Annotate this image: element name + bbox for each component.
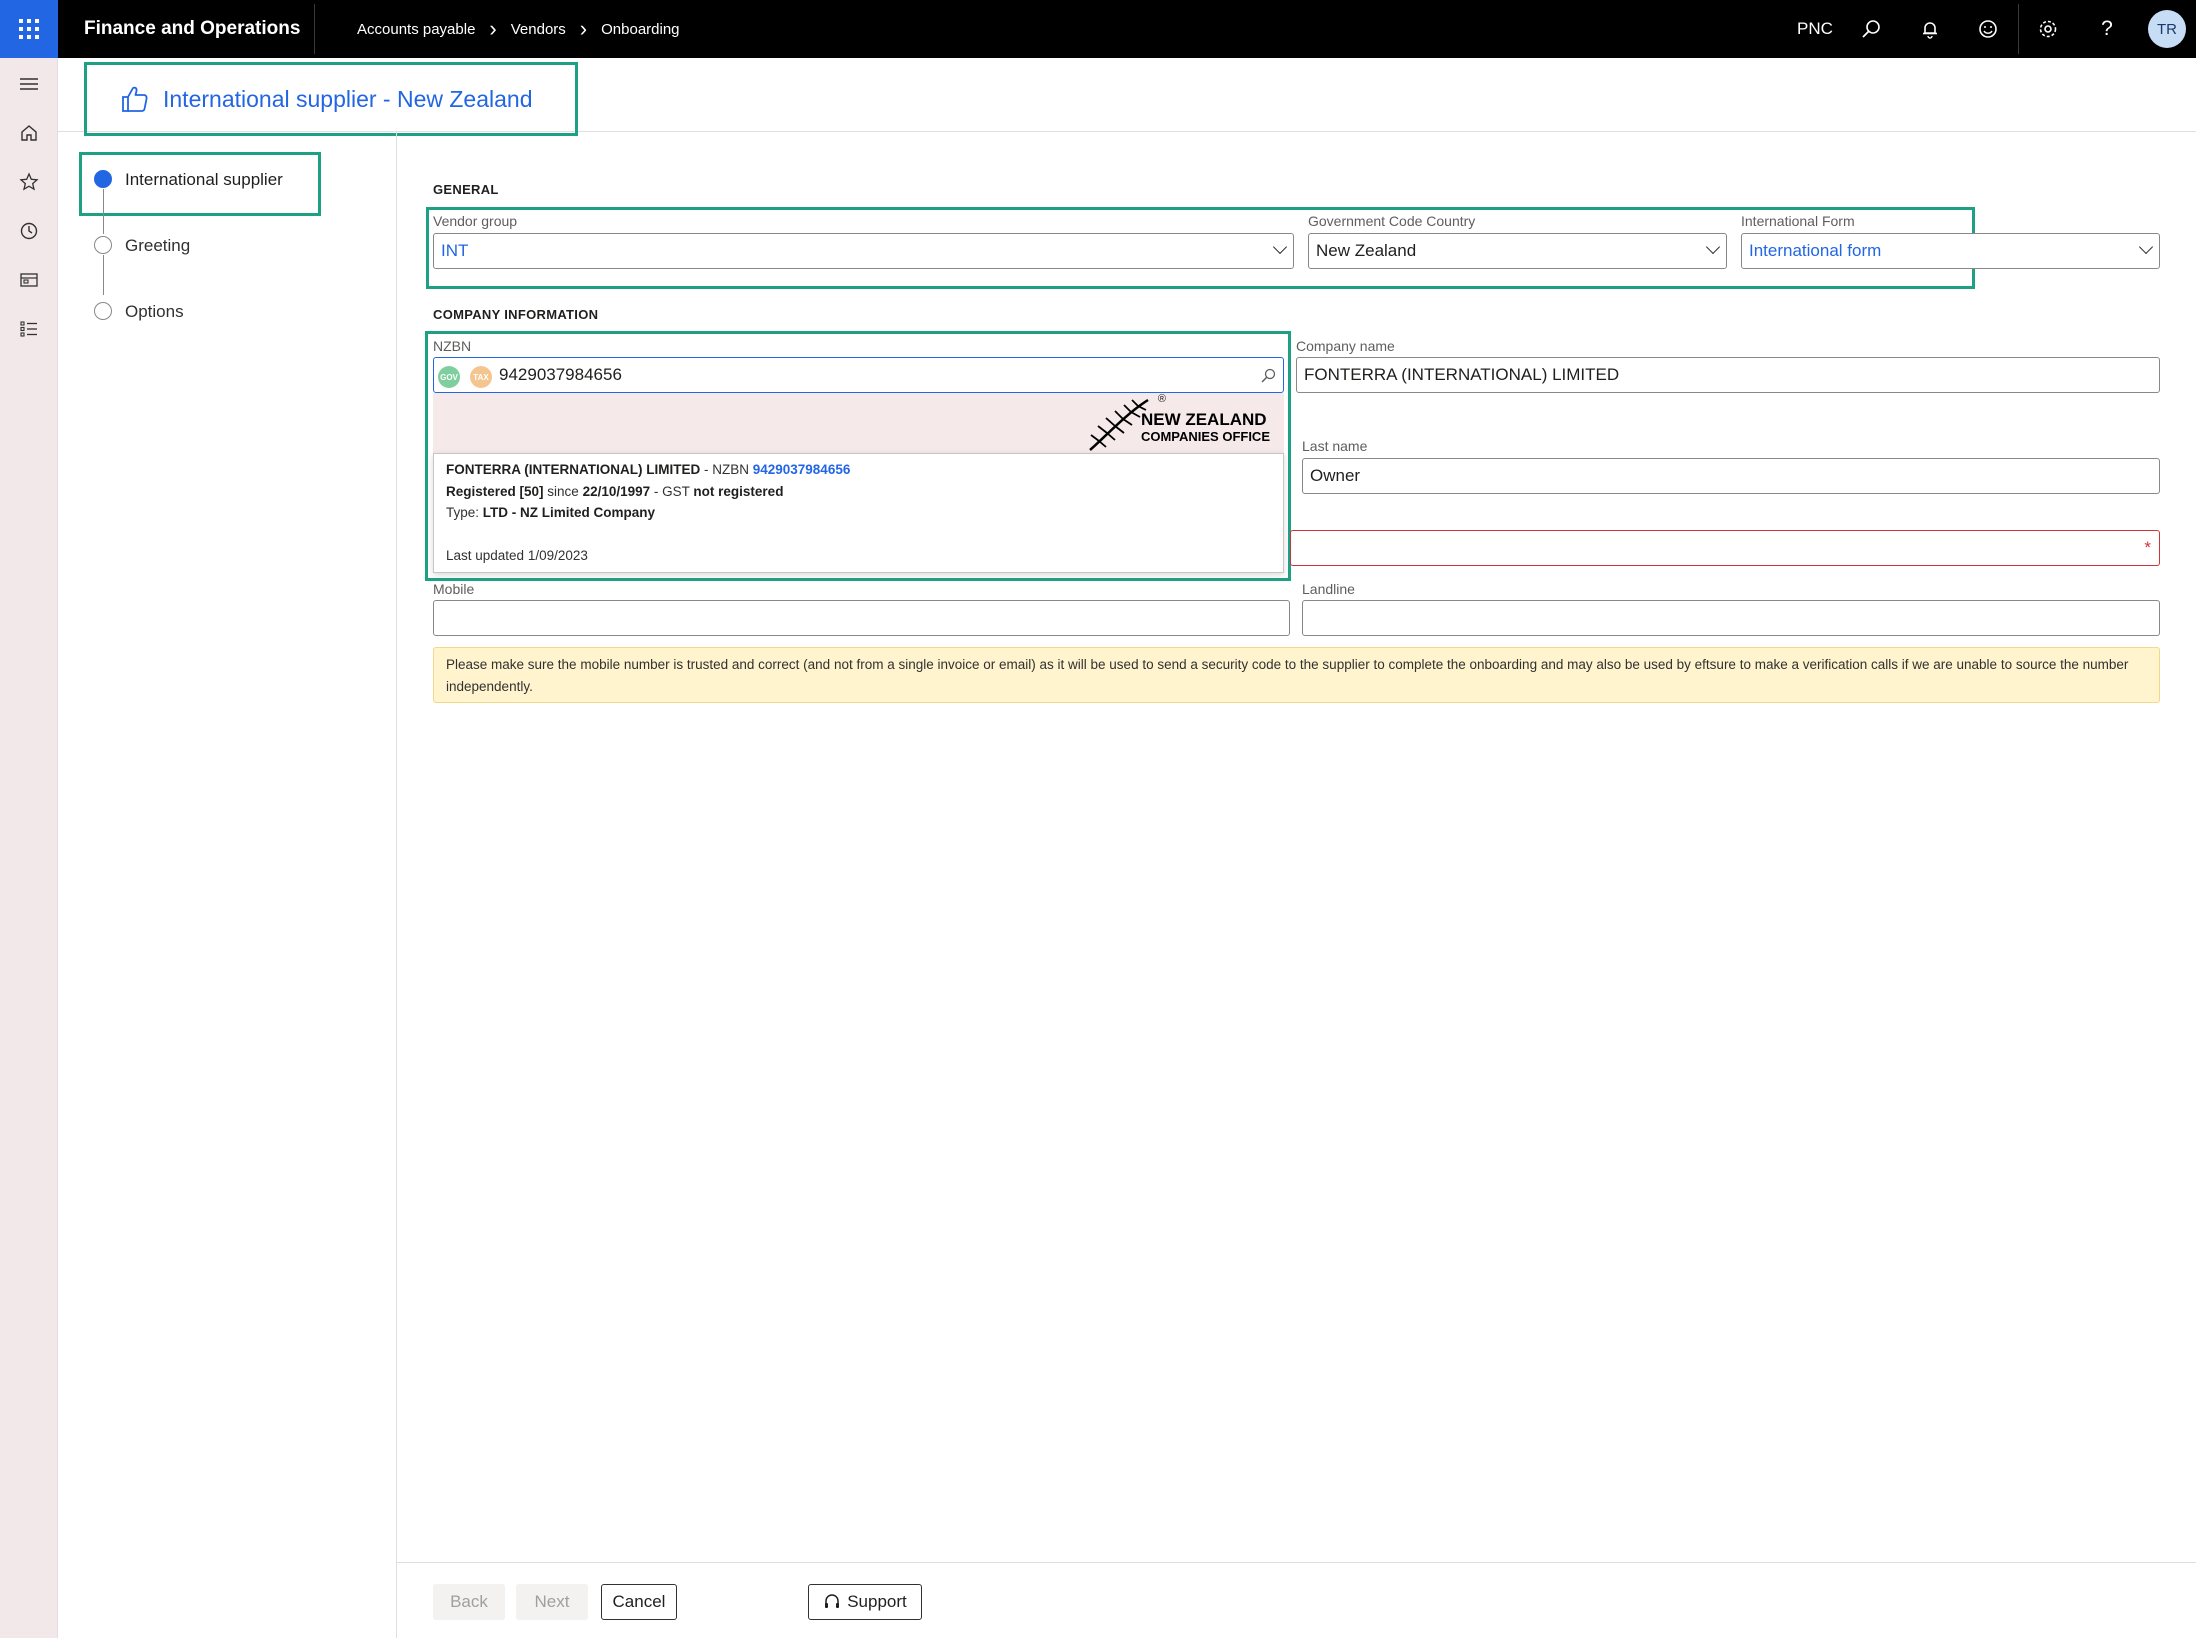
- vendor-group-label: Vendor group: [433, 213, 518, 229]
- email-field[interactable]: *: [1290, 530, 2160, 566]
- intl-form-select[interactable]: International form: [1741, 233, 2160, 269]
- landline-label: Landline: [1302, 581, 1355, 597]
- step-options[interactable]: Options: [125, 302, 184, 322]
- step-indicator: [94, 236, 112, 254]
- clock-icon[interactable]: [16, 218, 42, 244]
- last-name-label: Last name: [1302, 438, 1368, 454]
- gov-country-value: New Zealand: [1316, 241, 1417, 260]
- page-title-text: International supplier - New Zealand: [163, 85, 533, 112]
- chevron-right-icon: ›: [489, 16, 497, 41]
- search-icon[interactable]: [1858, 16, 1884, 42]
- step-international-supplier[interactable]: International supplier: [125, 170, 283, 190]
- chevron-right-icon: ›: [579, 16, 588, 41]
- smiley-icon[interactable]: [1975, 16, 2001, 42]
- navigation-pane: [0, 58, 58, 1638]
- gear-icon[interactable]: [2035, 16, 2061, 42]
- intl-form-label: International Form: [1741, 213, 1855, 229]
- gov-country-select[interactable]: New Zealand: [1308, 233, 1727, 269]
- intl-form-value: International form: [1749, 241, 1882, 260]
- company-name-label: Company name: [1296, 338, 1395, 354]
- mobile-notice: Please make sure the mobile number is tr…: [433, 647, 2160, 703]
- required-marker: *: [2144, 538, 2151, 557]
- thumbs-up-icon: [122, 86, 148, 112]
- waffle-icon: [19, 19, 39, 39]
- mobile-field[interactable]: [433, 600, 1290, 636]
- step-connector: [103, 189, 104, 234]
- page-title: International supplier - New Zealand: [84, 62, 578, 136]
- landline-field[interactable]: [1302, 600, 2160, 636]
- hamburger-icon[interactable]: [16, 71, 42, 97]
- section-company-information: COMPANY INFORMATION: [433, 307, 599, 322]
- support-label: Support: [847, 1592, 907, 1611]
- breadcrumb-onboarding[interactable]: Onboarding: [601, 21, 679, 38]
- help-icon[interactable]: ?: [2094, 16, 2120, 42]
- company-name-field[interactable]: FONTERRA (INTERNATIONAL) LIMITED: [1296, 357, 2160, 393]
- vendor-group-value: INT: [441, 241, 469, 260]
- cancel-button[interactable]: Cancel: [601, 1584, 677, 1620]
- gov-country-label: Government Code Country: [1308, 213, 1476, 229]
- company-picker[interactable]: PNC: [1797, 0, 1833, 58]
- last-name-field[interactable]: Owner: [1302, 458, 2160, 494]
- home-icon[interactable]: [16, 120, 42, 146]
- breadcrumb-vendors[interactable]: Vendors: [511, 21, 566, 38]
- headset-icon: [825, 1594, 840, 1608]
- chevron-down-icon: [2138, 239, 2154, 255]
- modules-list-icon[interactable]: [16, 316, 42, 342]
- step-connector: [103, 255, 104, 295]
- app-title[interactable]: Finance and Operations: [84, 0, 300, 58]
- vendor-group-select[interactable]: INT: [433, 233, 1294, 269]
- back-button[interactable]: Back: [433, 1584, 505, 1620]
- chevron-down-icon: [1705, 239, 1721, 255]
- step-greeting[interactable]: Greeting: [125, 236, 190, 256]
- next-button[interactable]: Next: [516, 1584, 588, 1620]
- section-general: GENERAL: [433, 182, 499, 197]
- divider: [2018, 4, 2019, 54]
- star-icon[interactable]: [16, 169, 42, 195]
- app-launcher-button[interactable]: [0, 0, 58, 58]
- bell-icon[interactable]: [1917, 16, 1943, 42]
- steps-panel: [58, 132, 397, 1638]
- footer-divider: [397, 1562, 2196, 1563]
- nzbn-highlight: [425, 331, 1291, 581]
- mobile-label: Mobile: [433, 581, 475, 597]
- breadcrumb: Accounts payable › Vendors › Onboarding: [357, 0, 680, 58]
- step-indicator-active: [94, 170, 112, 188]
- chevron-down-icon: [1272, 239, 1288, 255]
- step-indicator: [94, 302, 112, 320]
- avatar[interactable]: TR: [2148, 10, 2186, 48]
- support-button[interactable]: Support: [808, 1584, 922, 1620]
- top-bar: Finance and Operations Accounts payable …: [0, 0, 2196, 58]
- breadcrumb-accounts-payable[interactable]: Accounts payable: [357, 21, 475, 38]
- divider: [314, 4, 315, 54]
- workspace-icon[interactable]: [16, 267, 42, 293]
